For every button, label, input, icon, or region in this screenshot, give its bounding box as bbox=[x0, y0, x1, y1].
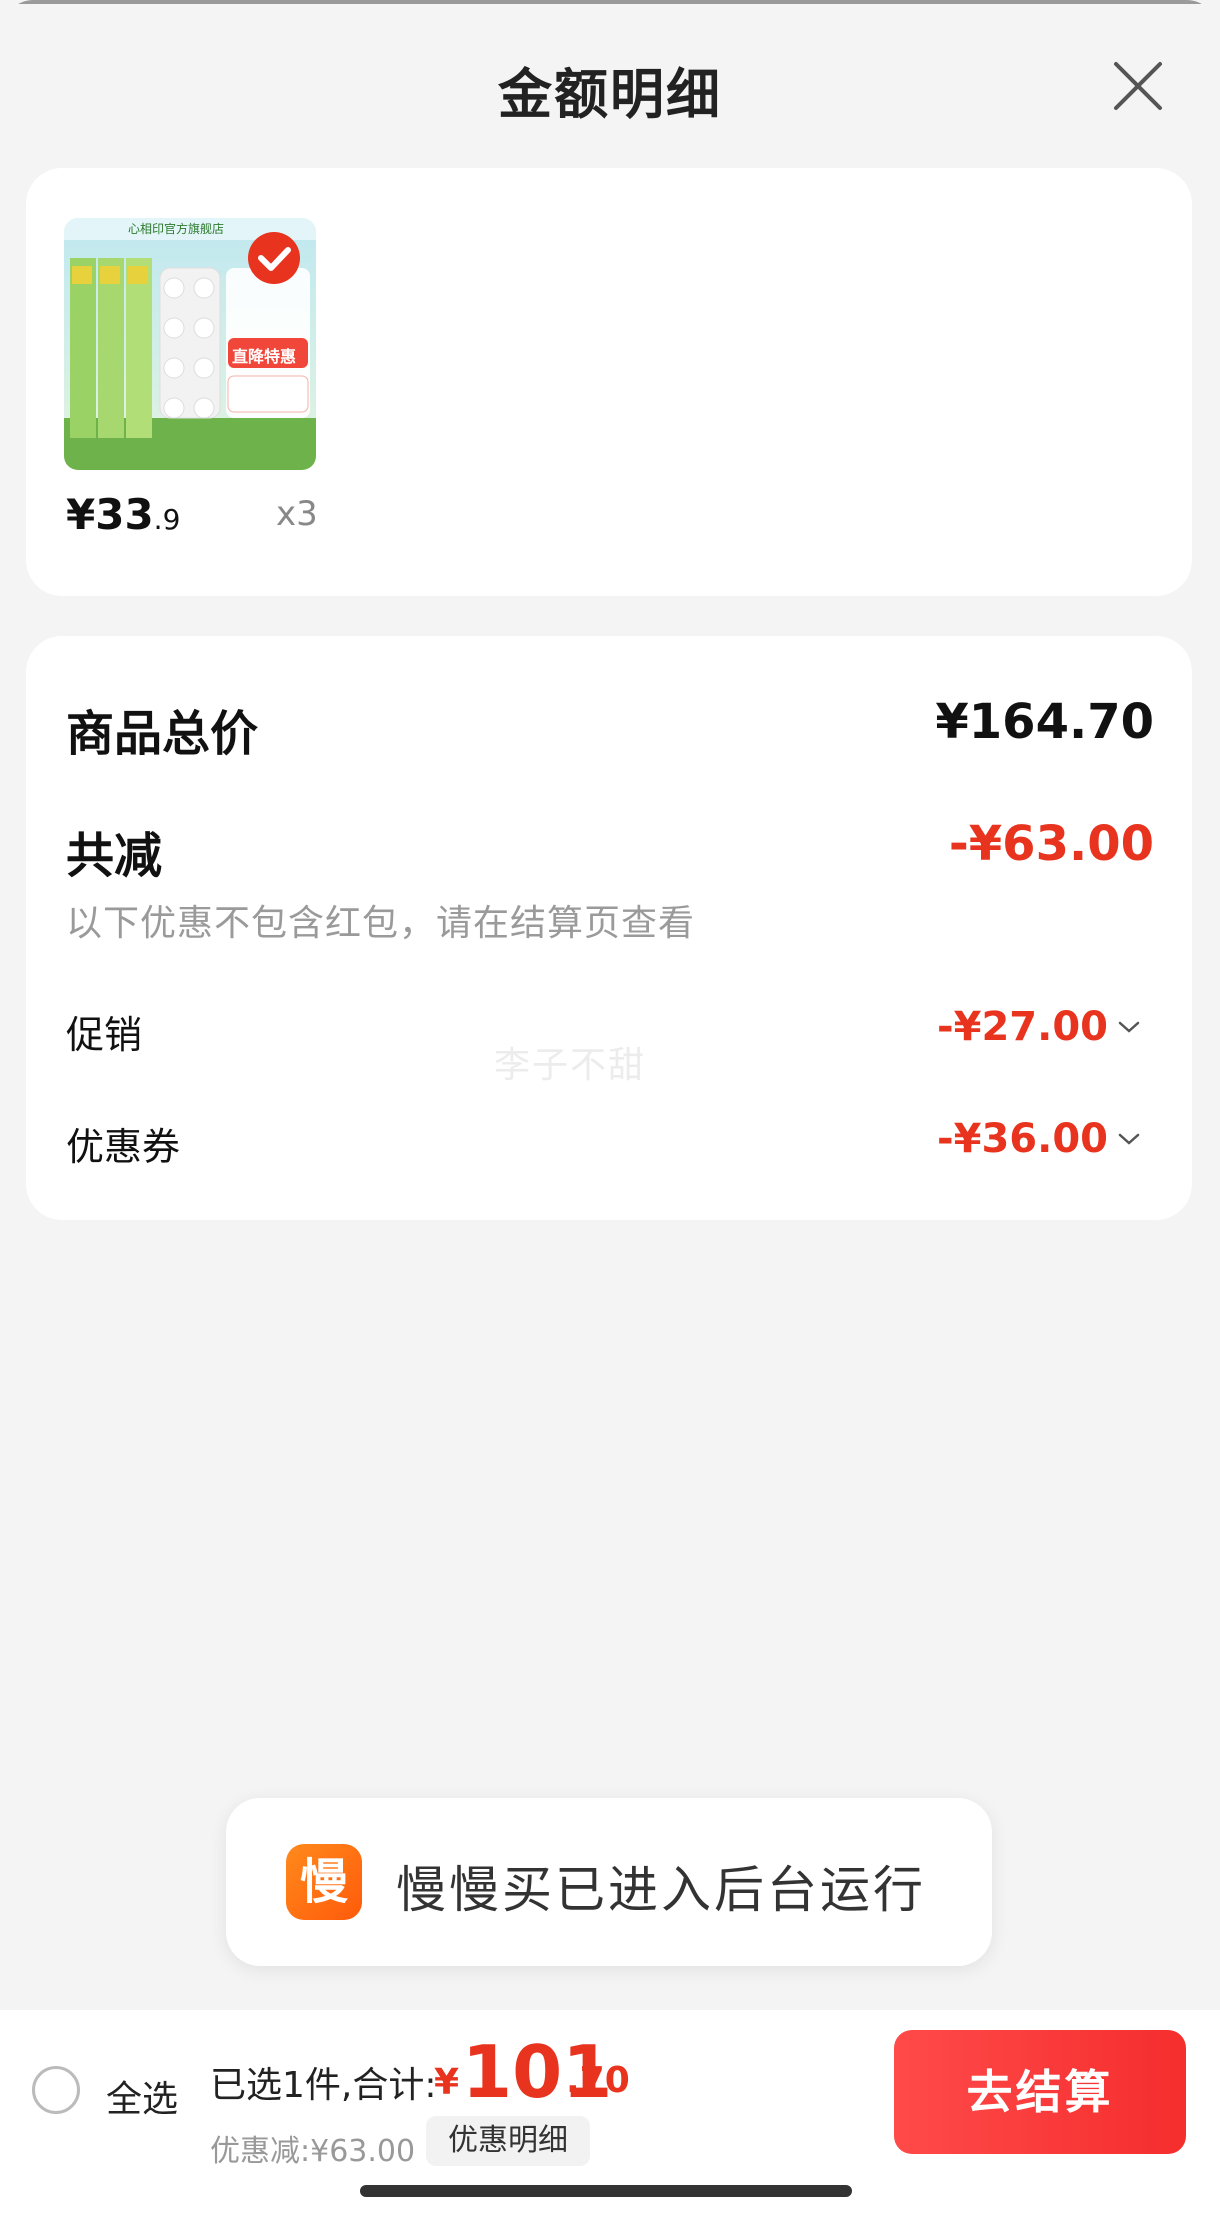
total-amount-decimal: .70 bbox=[566, 2060, 630, 2101]
coupon-label: 优惠券 bbox=[66, 1125, 181, 1169]
close-icon[interactable] bbox=[1108, 56, 1168, 116]
select-all-label[interactable]: 全选 bbox=[106, 2070, 178, 2122]
total-currency: ¥ bbox=[434, 2062, 460, 2103]
app-logo-icon: 慢 bbox=[286, 1844, 362, 1920]
watermark: 李子不甜 bbox=[494, 1045, 647, 1086]
discount-note: 以下优惠不包含红包，请在结算页查看 bbox=[66, 903, 696, 944]
coupon-value-toggle[interactable]: -¥36.00 bbox=[937, 1116, 1142, 1162]
discount-summary: 优惠减:¥63.00 bbox=[210, 2134, 416, 2169]
sheet-top-edge bbox=[0, 0, 1220, 4]
product-image[interactable]: 心相印官方旗舰店 直降特惠 bbox=[64, 218, 316, 470]
promo-badge: 直降特惠 bbox=[232, 347, 297, 366]
total-price-value: ¥164.70 bbox=[935, 694, 1154, 750]
chevron-down-icon bbox=[1118, 1021, 1140, 1033]
total-price-label: 商品总价 bbox=[66, 706, 259, 762]
promotion-label: 促销 bbox=[66, 1013, 143, 1057]
product-card: 心相印官方旗舰店 直降特惠 ¥33.9 x3 bbox=[26, 168, 1192, 596]
promotion-value: -¥27.00 bbox=[937, 1004, 1108, 1050]
selected-summary: 已选1件,合计: bbox=[210, 2065, 437, 2106]
product-quantity: x3 bbox=[276, 494, 318, 534]
background-run-toast: 慢 慢慢买已进入后台运行 bbox=[226, 1798, 992, 1966]
store-label: 心相印官方旗舰店 bbox=[128, 222, 225, 236]
promotion-value-toggle[interactable]: -¥27.00 bbox=[937, 1004, 1142, 1050]
discount-detail-button[interactable]: 优惠明细 bbox=[426, 2116, 590, 2166]
checkout-button[interactable]: 去结算 bbox=[894, 2030, 1186, 2154]
select-all-radio[interactable] bbox=[32, 2066, 80, 2114]
toast-message: 慢慢买已进入后台运行 bbox=[396, 1861, 926, 1919]
total-reduction-label: 共减 bbox=[66, 828, 163, 884]
product-price: ¥33.9 bbox=[66, 490, 181, 539]
total-reduction-value: -¥63.00 bbox=[948, 816, 1154, 872]
coupon-value: -¥36.00 bbox=[937, 1116, 1108, 1162]
home-indicator[interactable] bbox=[360, 2185, 852, 2197]
page-title: 金额明细 bbox=[498, 63, 722, 126]
amount-breakdown-card: 商品总价 ¥164.70 共减 -¥63.00 以下优惠不包含红包，请在结算页查… bbox=[26, 636, 1192, 1220]
chevron-down-icon bbox=[1118, 1133, 1140, 1145]
amount-detail-sheet: 金额明细 心相印官方旗舰店 直降特惠 ¥33.9 x3 商品总价 ¥164.70… bbox=[0, 0, 1220, 2225]
